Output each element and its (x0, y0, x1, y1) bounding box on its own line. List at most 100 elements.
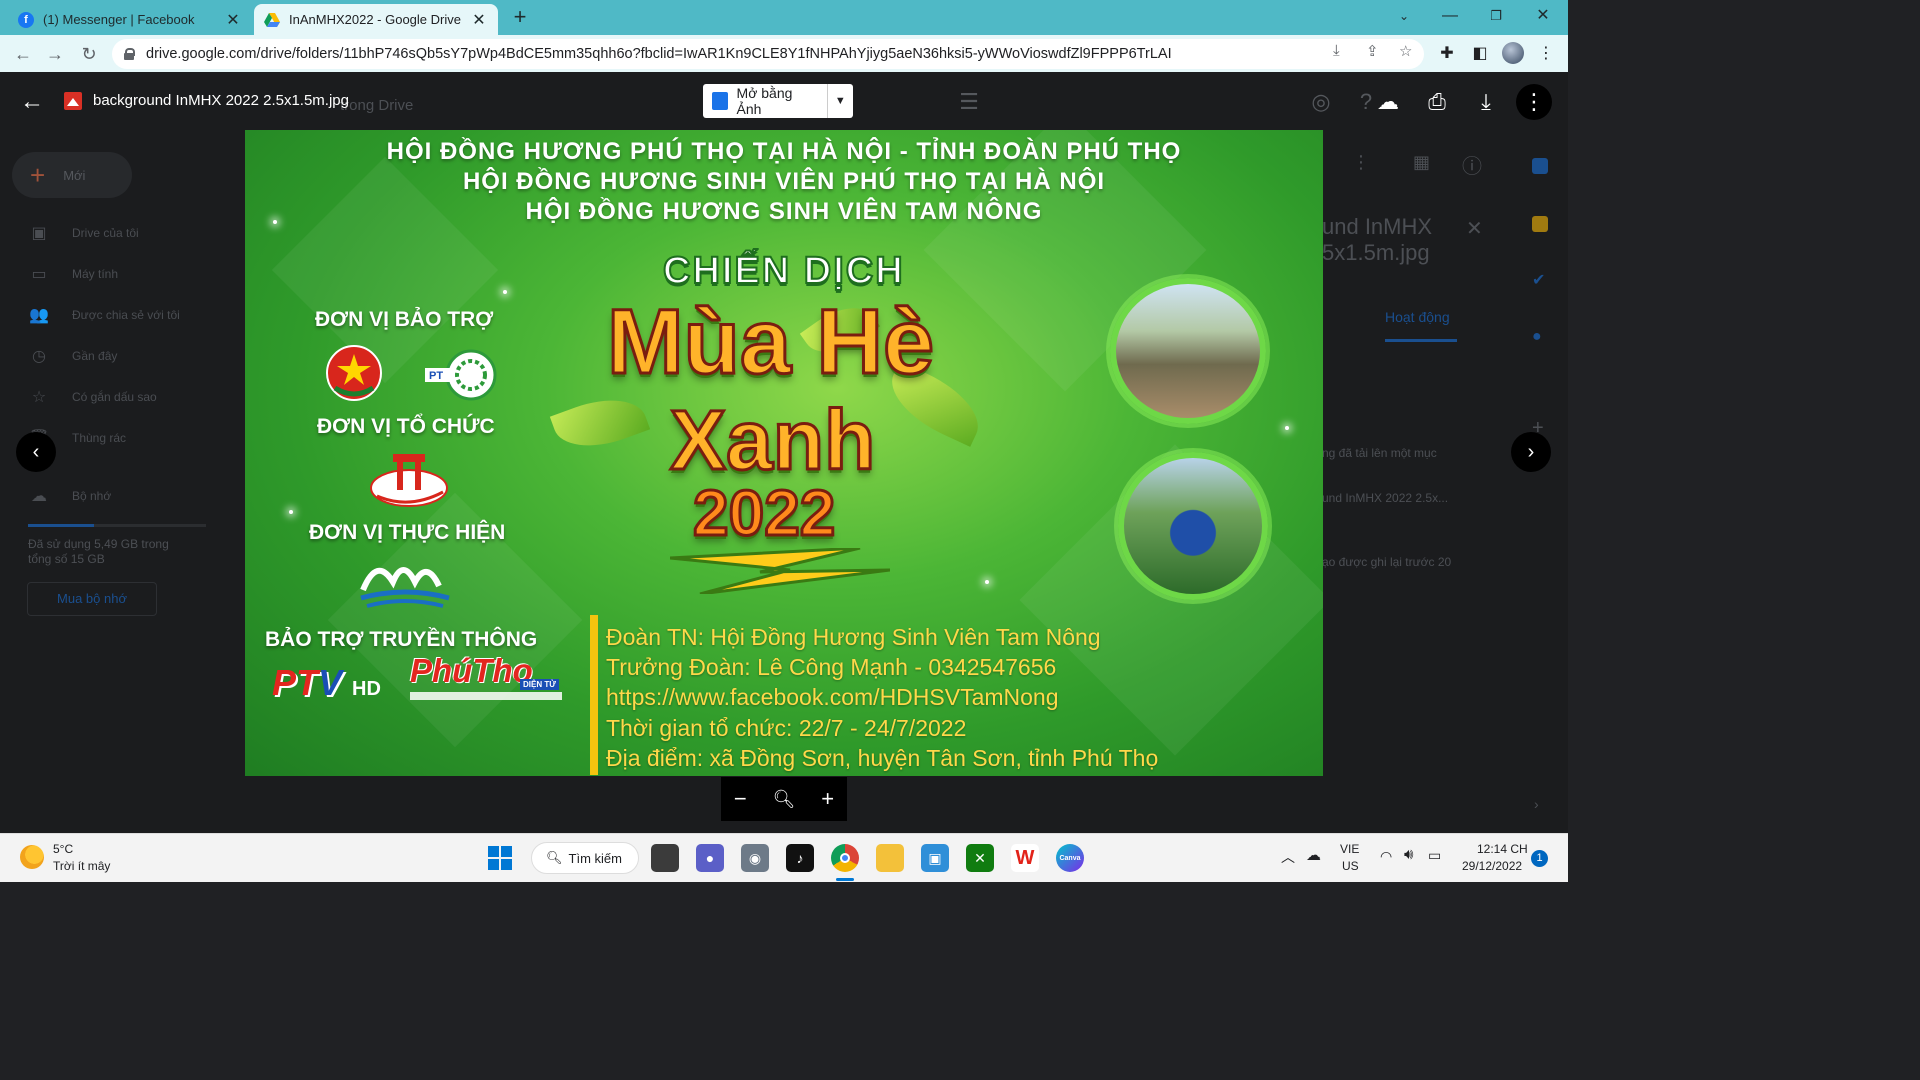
xbox-icon[interactable]: ✕ (966, 844, 994, 872)
previous-file-button[interactable]: ‹ (16, 432, 56, 472)
contacts-app-icon[interactable]: ● (1532, 328, 1542, 346)
taskbar-search[interactable]: 🔍︎ Tìm kiếm (531, 842, 639, 874)
task-view-icon[interactable] (651, 844, 679, 872)
grid-view-icon[interactable]: ▦ (1413, 152, 1430, 173)
taskbar-search-label: Tìm kiếm (568, 850, 622, 866)
calendar-app-icon[interactable] (1532, 158, 1548, 174)
sidebar-item-starred[interactable]: ☆ Có gắn dấu sao (28, 387, 157, 407)
viewer-more-icon[interactable]: ⋮ (1516, 84, 1552, 120)
info-line: Thời gian tổ chức: 22/7 - 24/7/2022 (606, 715, 967, 741)
wifi-icon[interactable]: ◠ (1380, 848, 1392, 865)
zoom-magnifier-icon[interactable]: 🔍︎ (773, 789, 796, 810)
info-icon[interactable]: ⓘ (1462, 150, 1482, 179)
open-with-button[interactable]: Mở bằng Ảnh ▼ (703, 84, 853, 118)
svg-text:PT: PT (429, 370, 443, 382)
info-accent-bar (590, 615, 598, 775)
sidebar-item-recent[interactable]: ◷ Gần đây (28, 346, 117, 366)
ptv-hd: HD (352, 678, 381, 700)
tab-activity-underline (1385, 339, 1457, 342)
battery-icon[interactable]: ▭ (1428, 847, 1441, 864)
chevron-down-icon[interactable]: ▼ (828, 95, 853, 107)
weather-icon[interactable] (20, 845, 44, 869)
close-tab-icon[interactable]: ✕ (224, 10, 242, 30)
wps-office-icon[interactable]: W (1011, 844, 1039, 872)
photos-icon[interactable]: ▣ (921, 844, 949, 872)
village-photo (1110, 278, 1266, 424)
decor-leaf (549, 385, 651, 461)
clock-time[interactable]: 12:14 CH (1477, 842, 1528, 856)
buy-storage-button[interactable]: Mua bộ nhớ (27, 582, 157, 616)
minimize-icon[interactable]: — (1428, 4, 1472, 28)
start-icon[interactable] (486, 844, 514, 872)
share-icon[interactable]: ⇪ (1366, 42, 1379, 60)
download-icon[interactable]: ⤓ (1472, 89, 1500, 115)
add-to-drive-icon[interactable]: ☁ (1374, 89, 1402, 115)
keep-app-icon[interactable] (1532, 216, 1548, 232)
profile-avatar[interactable] (1502, 42, 1524, 64)
header-line: HỘI ĐỒNG HƯƠNG SINH VIÊN PHÚ THỌ TẠI HÀ … (462, 168, 1106, 195)
tab-activity[interactable]: Hoạt động (1385, 309, 1450, 325)
language-line1[interactable]: VIE (1340, 842, 1359, 856)
canva-icon[interactable]: Canva (1056, 844, 1084, 872)
close-window-icon[interactable]: ✕ (1521, 4, 1565, 28)
more-options-icon[interactable]: ⋮ (1352, 152, 1370, 173)
ptv-logo: PTV HD (272, 662, 381, 704)
tab-google-drive[interactable]: InAnMHX2022 - Google Drive ✕ (254, 4, 498, 35)
sparkle (985, 580, 989, 584)
new-button-label: Mới (63, 167, 86, 183)
sidebar-item-shared[interactable]: 👥 Được chia sẻ với tôi (28, 305, 180, 325)
back-icon[interactable]: ← (10, 41, 36, 67)
tiktok-icon[interactable]: ♪ (786, 844, 814, 872)
weather-desc: Trời ít mây (53, 859, 111, 873)
student-association-logo (357, 552, 453, 612)
sidebar-item-computers[interactable]: ▭ Máy tính (28, 264, 118, 284)
print-icon[interactable]: ⎙ (1423, 89, 1451, 115)
details-title-line2: 5x1.5m.jpg (1322, 240, 1430, 265)
tasks-app-icon[interactable]: ✔ (1532, 270, 1545, 290)
search-icon: 🔍︎ (546, 850, 563, 865)
plus-icon: + (30, 159, 46, 190)
camera-icon[interactable]: ◉ (741, 844, 769, 872)
url-text: drive.google.com/drive/folders/11bhP746s… (146, 46, 1172, 62)
extensions-icon[interactable]: ✚ (1436, 43, 1458, 63)
install-icon[interactable]: ⤓ (1333, 42, 1340, 59)
phutho-news-subline (410, 692, 562, 700)
tab-search-icon[interactable]: ⌄ (1382, 4, 1426, 28)
language-line2[interactable]: US (1342, 859, 1359, 873)
file-explorer-icon[interactable] (876, 844, 904, 872)
chevron-up-icon[interactable]: ︿ (1281, 847, 1295, 867)
notification-badge[interactable]: 1 (1531, 850, 1548, 867)
lock-icon[interactable] (124, 48, 135, 60)
restore-icon[interactable]: ❐ (1474, 4, 1518, 28)
zoom-in-icon[interactable]: + (821, 786, 834, 812)
teams-chat-icon[interactable]: ● (696, 844, 724, 872)
chrome-icon[interactable] (831, 844, 859, 872)
sidebar-item-my-drive[interactable]: ▣ Drive của tôi (28, 223, 138, 243)
bookmark-star-icon[interactable]: ☆ (1399, 42, 1412, 60)
sidebar-item-label: Bộ nhớ (72, 489, 112, 503)
viewer-back-icon[interactable]: ← (20, 88, 44, 116)
side-panel-icon[interactable]: ◧ (1469, 43, 1491, 63)
activity-item: ng đã tải lên một mục (1322, 446, 1437, 460)
tab-messenger[interactable]: f (1) Messenger | Facebook ✕ (8, 4, 252, 35)
ready-offline-icon: ◎ (1311, 89, 1331, 114)
volume-icon[interactable]: 🔊︎ (1404, 846, 1413, 863)
tab-title: InAnMHX2022 - Google Drive (289, 12, 461, 27)
image-file-icon (64, 92, 82, 110)
clock-date[interactable]: 29/12/2022 (1462, 859, 1522, 873)
close-details-icon[interactable]: ✕ (1466, 216, 1483, 241)
onedrive-icon[interactable]: ☁ (1306, 846, 1321, 864)
close-tab-icon[interactable]: ✕ (470, 10, 488, 30)
info-line: Trưởng Đoàn: Lê Công Mạnh - 0342547656 (606, 654, 1057, 680)
zoom-out-icon[interactable]: − (734, 786, 747, 812)
forward-icon[interactable]: → (42, 41, 68, 67)
new-tab-button[interactable]: + (507, 5, 533, 31)
reload-icon[interactable]: ↻ (76, 41, 102, 67)
new-button[interactable]: + Mới (12, 152, 132, 198)
address-bar[interactable]: drive.google.com/drive/folders/11bhP746s… (112, 39, 1424, 69)
next-file-button[interactable]: › (1511, 432, 1551, 472)
sidebar-item-storage[interactable]: ☁ Bộ nhớ (28, 486, 111, 506)
browser-menu-icon[interactable]: ⋮ (1535, 43, 1557, 63)
expand-panel-icon[interactable]: › (1534, 796, 1539, 812)
phutho-news-tag: DIỆN TỬ (520, 679, 559, 690)
